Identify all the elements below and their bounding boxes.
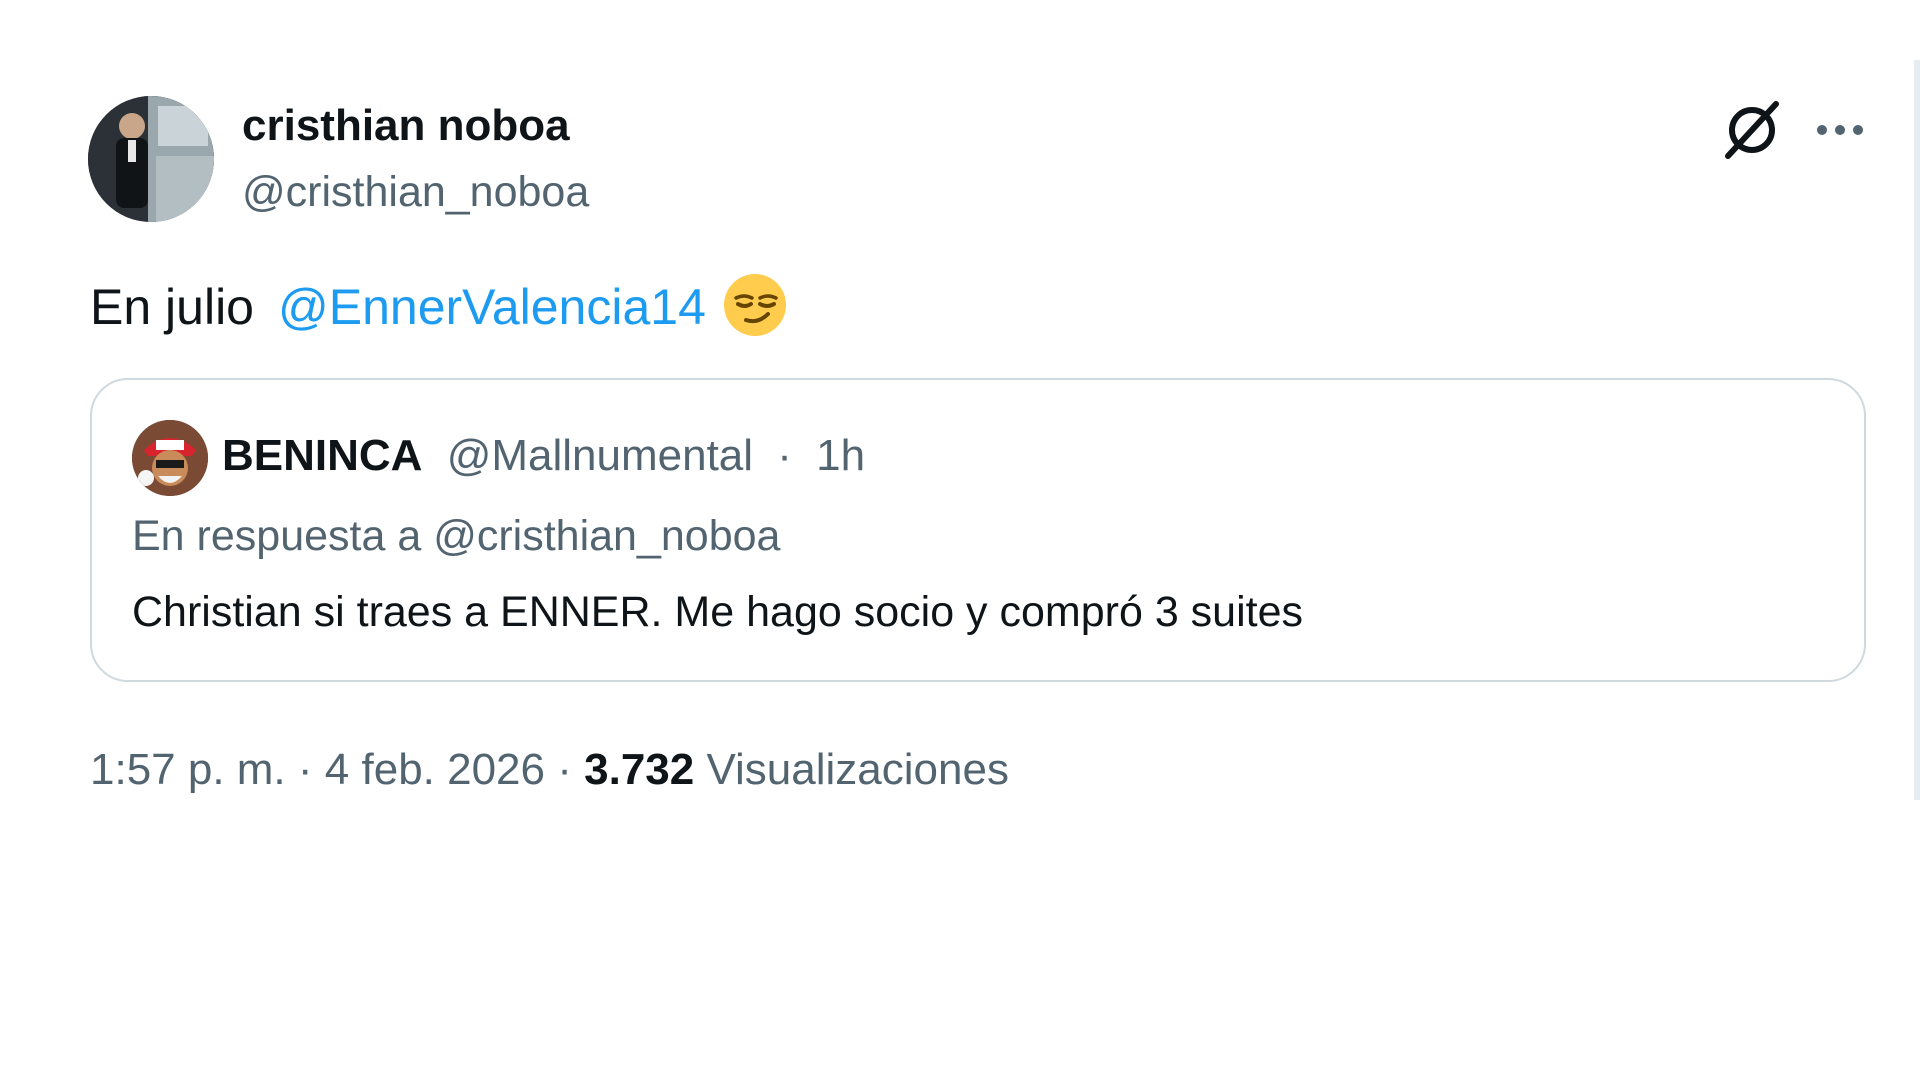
author-name[interactable]: cristhian noboa <box>242 98 570 154</box>
quote-header: BENINCA @Mallnumental · 1h <box>222 428 865 484</box>
tweet-detail: cristhian noboa @cristhian_noboa En juli… <box>0 0 1920 1080</box>
mention-link[interactable]: @EnnerValencia14 <box>278 279 706 335</box>
quote-timestamp[interactable]: 1h <box>816 431 865 480</box>
tweet-time[interactable]: 1:57 p. m. <box>90 745 286 794</box>
grok-icon[interactable] <box>1720 98 1784 162</box>
views-count: 3.732 <box>584 745 695 794</box>
smirking-face-emoji <box>722 272 788 338</box>
scrollbar-track[interactable] <box>1914 60 1920 800</box>
meta-separator: · <box>557 745 572 794</box>
meta-separator: · <box>297 745 313 794</box>
quote-author-handle[interactable]: @Mallnumental <box>447 431 753 480</box>
quote-author-name[interactable]: BENINCA <box>222 431 422 480</box>
more-icon[interactable] <box>1808 104 1872 156</box>
author-avatar[interactable] <box>88 96 214 222</box>
tweet-text: En julio @EnnerValencia14 <box>90 272 788 339</box>
tweet-meta: 1:57 p. m. · 4 feb. 2026 · 3.732 Visuali… <box>90 742 1009 798</box>
tweet-date[interactable]: 4 feb. 2026 <box>325 745 545 794</box>
tweet-text-body: En julio <box>90 279 254 335</box>
quote-author-avatar[interactable] <box>132 420 208 496</box>
views-label: Visualizaciones <box>706 745 1009 794</box>
quote-text: Christian si traes a ENNER. Me hago soci… <box>132 588 1304 636</box>
author-handle[interactable]: @cristhian_noboa <box>242 164 589 220</box>
quote-card[interactable]: BENINCA @Mallnumental · 1h En respuesta … <box>90 378 1866 682</box>
author-avatar-image <box>88 96 214 222</box>
quote-reply-to: En respuesta a @cristhian_noboa <box>132 512 781 560</box>
quote-separator: · <box>777 431 792 480</box>
